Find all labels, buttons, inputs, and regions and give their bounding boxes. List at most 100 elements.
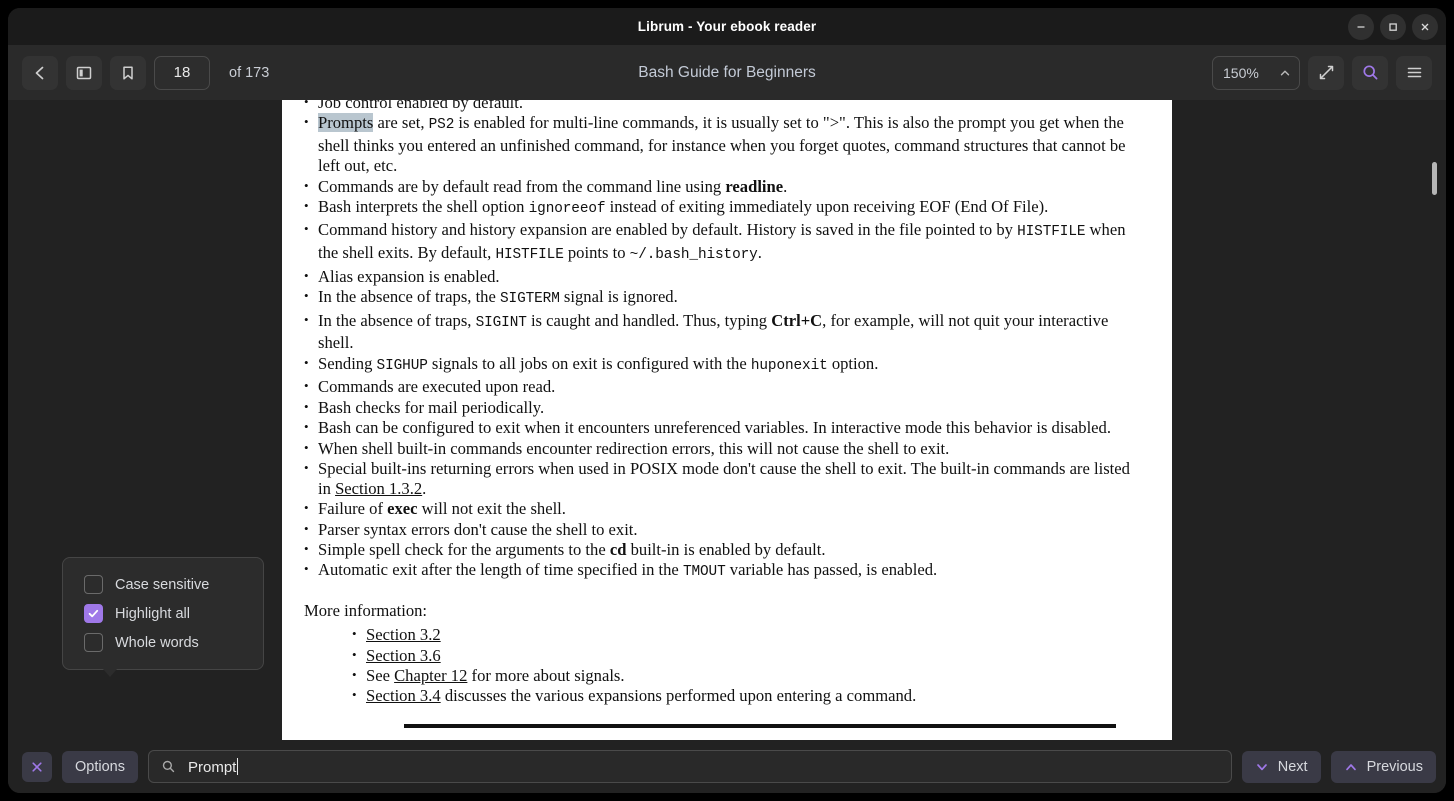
text-span: In the absence of traps, the [318, 287, 500, 307]
page-number-input[interactable]: 18 [154, 55, 210, 90]
fullscreen-icon [1319, 65, 1333, 80]
find-next-label: Next [1277, 758, 1308, 775]
list-item: Job control enabled by default. [304, 100, 1146, 113]
code-span: huponexit [750, 357, 828, 374]
search-options-button[interactable]: Options [62, 750, 138, 783]
document-link[interactable]: Section 3.2 [366, 625, 441, 644]
find-previous-label: Previous [1366, 758, 1423, 775]
bold-span: readline [725, 176, 784, 196]
document-link[interactable]: Section 3.6 [366, 646, 441, 665]
list-item: Command history and history expansion ar… [304, 219, 1146, 266]
text-span: Bash checks for mail periodically. [318, 397, 545, 417]
text-span: Command history and history expansion ar… [318, 220, 1018, 240]
text-span: is caught and handled. Thus, typing [526, 310, 772, 330]
text-span: Commands are by default read from the co… [318, 176, 726, 196]
list-item: Bash checks for mail periodically. [304, 397, 1146, 418]
code-span: SIGHUP [376, 357, 428, 374]
zoom-level-value: 150% [1223, 64, 1259, 81]
toolbar: Bash Guide for Beginners 18 of 173 150% [8, 45, 1446, 100]
text-span: instead of exiting immediately upon rece… [605, 197, 1049, 217]
chevron-left-icon [35, 66, 44, 79]
bookmarks-button[interactable] [110, 55, 146, 90]
document-link[interactable]: Section 1.3.2 [335, 479, 422, 498]
more-information-list: Section 3.2 Section 3.6See Chapter 12 for… [304, 624, 1146, 706]
text-span: Special built-ins returning errors when … [318, 458, 1130, 498]
text-span: signal is ignored. [559, 287, 678, 307]
chevron-up-icon [1345, 763, 1356, 770]
close-search-button[interactable] [22, 751, 52, 782]
option-label-highlight-all: Highlight all [115, 605, 190, 622]
text-span: Simple spell check for the arguments to … [318, 540, 610, 560]
code-span: ignoreeof [528, 201, 606, 218]
bold-span: Ctrl+C [771, 310, 823, 330]
document-link[interactable]: Chapter 12 [394, 666, 467, 685]
checkbox-case-sensitive[interactable] [84, 575, 103, 594]
list-item: In the absence of traps, the SIGTERM sig… [304, 286, 1146, 310]
search-bar: Options Prompt Next Previous [8, 740, 1446, 793]
document-page: Job control enabled by default.Prompts a… [282, 100, 1172, 740]
search-icon [1362, 65, 1377, 80]
bookmark-icon [123, 65, 133, 80]
list-item: Automatic exit after the length of time … [304, 559, 1146, 583]
list-item: Parser syntax errors don't cause the she… [304, 519, 1146, 540]
toolbar-right-group: 150% [1212, 55, 1432, 90]
text-span: Automatic exit after the length of time … [318, 560, 683, 580]
text-span: Bash interprets the shell option [318, 197, 529, 217]
search-button[interactable] [1352, 55, 1388, 90]
text-span: Failure of [318, 499, 388, 519]
document-link[interactable]: Section 3.4 [366, 686, 441, 705]
document-viewport[interactable]: Job control enabled by default.Prompts a… [8, 100, 1446, 740]
page-number-value: 18 [173, 64, 191, 81]
option-label-case-sensitive: Case sensitive [115, 576, 210, 593]
text-span: . [757, 243, 762, 263]
toolbar-left-group: 18 of 173 [22, 55, 270, 90]
search-input[interactable]: Prompt [147, 750, 1232, 783]
checkbox-whole-words[interactable] [84, 633, 103, 652]
text-span: for more about signals. [467, 666, 625, 686]
back-button[interactable] [22, 55, 58, 90]
more-information-heading: More information: [304, 601, 428, 621]
close-icon[interactable] [1412, 13, 1438, 40]
menu-button[interactable] [1396, 55, 1432, 90]
option-row-whole-words[interactable]: Whole words [63, 628, 263, 657]
text-span: points to [563, 243, 630, 263]
list-item: Commands are executed upon read. [304, 376, 1146, 397]
toggle-sidebar-button[interactable] [66, 55, 102, 90]
zoom-selector[interactable]: 150% [1212, 55, 1300, 90]
vertical-scrollbar[interactable] [1432, 100, 1437, 740]
minimize-icon[interactable] [1348, 13, 1374, 40]
list-item: Bash can be configured to exit when it e… [304, 417, 1146, 438]
text-cursor [237, 757, 239, 775]
list-item: Failure of exec will not exit the shell. [304, 498, 1146, 519]
search-input-value: Prompt [187, 757, 239, 776]
window-title: Librum - Your ebook reader [637, 19, 817, 34]
option-row-case-sensitive[interactable]: Case sensitive [63, 570, 263, 599]
code-span: PS2 [428, 117, 455, 134]
checkbox-highlight-all[interactable] [84, 604, 103, 623]
text-span: . [783, 176, 788, 196]
search-options-label: Options [75, 758, 125, 775]
text-span: Commands are executed upon read. [318, 377, 556, 397]
code-span: SIGTERM [500, 291, 560, 308]
maximize-icon[interactable] [1380, 13, 1406, 40]
search-options-popup: Case sensitive Highlight all Whole words [62, 557, 264, 677]
option-row-highlight-all[interactable]: Highlight all [63, 599, 263, 628]
list-item: Sending SIGHUP signals to all jobs on ex… [304, 353, 1146, 377]
scrollbar-thumb[interactable] [1432, 162, 1437, 195]
fullscreen-button[interactable] [1308, 55, 1344, 90]
page-total-label: of 173 [229, 64, 270, 81]
chevron-down-icon [1256, 763, 1267, 770]
list-item: Commands are by default read from the co… [304, 176, 1146, 197]
find-previous-button[interactable]: Previous [1330, 750, 1436, 783]
list-item: See Chapter 12 for more about signals. [352, 665, 1146, 686]
text-span: In the absence of traps, [318, 310, 476, 330]
checkmark-icon [88, 609, 99, 618]
text-span: When shell built-in commands encounter r… [318, 438, 950, 458]
list-item: In the absence of traps, SIGINT is caugh… [304, 310, 1146, 354]
text-span: will not exit the shell. [417, 499, 566, 519]
option-label-whole-words: Whole words [115, 634, 199, 651]
text-span: Sending [318, 353, 377, 373]
text-span: are set, [373, 113, 429, 133]
code-span: ~/.bash_history [629, 247, 758, 264]
find-next-button[interactable]: Next [1241, 750, 1321, 783]
